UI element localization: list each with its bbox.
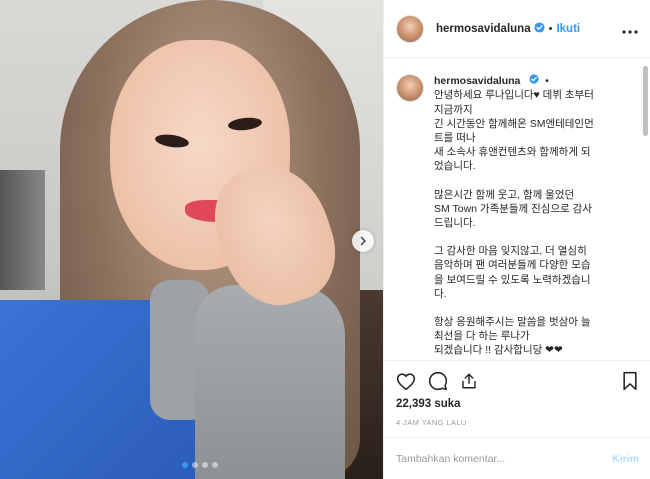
caption-line: 트를 떠나 [434,131,476,144]
caption-text: hermosavidaluna • 안녕하세요 루나입니다♥ 데뷔 초부터 지금까… [434,74,634,360]
comment-form: Kirim [384,437,650,479]
carousel-dot [192,462,198,468]
avatar[interactable] [396,74,424,102]
verified-badge-icon [529,74,539,88]
carousel-dot [202,462,208,468]
bookmark-icon[interactable] [621,371,639,391]
caption-line: 되겠습니다 !! 감사합니당 ❤❤ [434,344,563,357]
caption-line: 항상 응원해주시는 말씀을 벗삼아 늘 [434,315,591,328]
caption-line: 그 감사한 마음 잊지않고, 더 열심히 [434,245,587,258]
caption-paragraph-gap [434,174,634,188]
caption-line: 긴 시간동안 함께해온 SM엔테테인먼 [434,117,594,130]
comment-bubble-icon[interactable] [428,371,448,391]
caption-area: hermosavidaluna • 안녕하세요 루나입니다♥ 데뷔 초부터 지금까… [384,58,650,360]
caption-line: 드립니다. [434,216,476,229]
caption-line: SM Town 가족분들께 진심으로 감사 [434,202,593,215]
separator-dot: • [542,75,549,87]
carousel-indicator [182,462,218,468]
caption-scrollbar[interactable] [643,66,648,136]
photo-subject-sleeve [195,285,345,479]
caption-line: 었습니다. [434,160,476,173]
header-username[interactable]: hermosavidaluna [436,23,531,35]
caption-body: 안녕하세요 루나입니다♥ 데뷔 초부터 지금까지 긴 시간동안 함께해온 SM엔테테… [434,88,634,357]
follow-button[interactable]: Ikuti [556,23,580,35]
post-header: hermosavidaluna • Ikuti [384,0,650,58]
caption-username[interactable]: hermosavidaluna [434,75,520,87]
share-icon[interactable] [460,372,478,390]
verified-badge-icon [534,20,545,38]
separator-dot: • [548,22,553,35]
more-icon[interactable] [622,21,638,37]
caption-line: 을 보여드릴 수 있도록 노력하겠습니 [434,273,591,286]
carousel-next-button[interactable] [352,230,374,252]
likes-count[interactable]: 22,393 suka [396,398,639,410]
post-comment-button[interactable]: Kirim [612,453,639,465]
photo-background-shadow [0,170,45,290]
avatar[interactable] [396,14,424,43]
caption-line: 다. [434,287,447,300]
post-side-panel: hermosavidaluna • Ikuti hermosavidaluna [383,0,650,479]
action-bar [396,369,639,393]
like-heart-icon[interactable] [396,372,416,391]
caption-paragraph-gap [434,301,634,315]
post-photo[interactable] [0,0,383,479]
caption-line: 지금까지 [434,103,473,116]
caption-line: 최선을 다 하는 루나가 [434,330,530,343]
caption-line: 많은시간 함께 웃고, 함께 울었던 [434,188,575,201]
caption-paragraph-gap [434,230,634,244]
carousel-dot [212,462,218,468]
caption-line: 음악하며 팬 여러분들께 다양한 모습 [434,259,591,272]
chevron-right-icon [360,236,367,246]
caption-line: 새 소속사 휴앤컨텐츠와 함께하게 되 [434,146,591,159]
comment-input[interactable] [396,452,613,465]
post-timestamp[interactable]: 4 JAM YANG LALU [396,418,639,427]
caption-line: 안녕하세요 루나입니다♥ 데뷔 초부터 [434,89,594,102]
carousel-dot [182,462,188,468]
